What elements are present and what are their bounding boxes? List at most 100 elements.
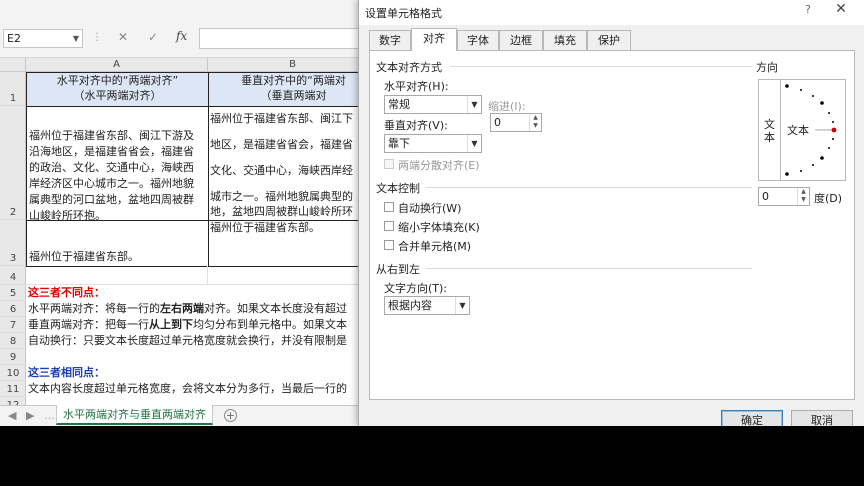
tab-font[interactable]: 字体 (457, 30, 499, 50)
row-header-11[interactable]: 11 (0, 381, 26, 397)
text-direction-value: 根据内容 (388, 299, 432, 312)
cancel-button[interactable]: 取消 (791, 410, 853, 426)
differences-heading[interactable]: 这三者不同点： (28, 285, 105, 300)
text-direction-label: 文字方向(T): (384, 282, 448, 295)
distributed-checkbox[interactable] (384, 159, 394, 169)
orientation-dial[interactable]: 文本 (783, 82, 845, 178)
select-all-corner[interactable] (0, 58, 26, 72)
tab-protection[interactable]: 保护 (587, 30, 631, 50)
cell-b2-line: 文化、交通中心，海峡西岸经 (210, 164, 353, 177)
dialog-title: 设置单元格格式 (365, 7, 442, 20)
tab-alignment[interactable]: 对齐 (411, 28, 457, 51)
orientation-box: 文本 文本 (758, 79, 846, 181)
cell-b1-line1: 垂直对齐中的“两端对 (241, 74, 346, 87)
cell-b1[interactable]: 垂直对齐中的“两端对 （垂直两端对 (208, 72, 379, 107)
horizontal-select[interactable]: 常规 ▼ (384, 95, 482, 114)
wrap-text-label: 自动换行(W) (398, 202, 462, 215)
orientation-heading: 方向 (756, 61, 778, 74)
tab-fill[interactable]: 填充 (543, 30, 587, 50)
cell-a1-line2: （水平两端对齐） (73, 89, 162, 102)
row-header-10[interactable]: 10 (0, 365, 26, 381)
chevron-down-icon: ▼ (467, 135, 481, 152)
cell-a2-line: 属典型的河口盆地，盆地四周被群 (29, 193, 194, 206)
cell-b3-text: 福州位于福建省东部。 (210, 221, 320, 234)
cell-a1[interactable]: 水平对齐中的“两端对齐” （水平两端对齐） (26, 72, 209, 107)
cell-a2[interactable]: 福州位于福建省东部、闽江下游及 沿海地区，是福建省省会，福建省 的政治、文化、交… (26, 106, 209, 221)
chevron-down-icon[interactable]: ▼ (73, 30, 79, 47)
merge-cells-checkbox[interactable] (384, 240, 394, 250)
cell-b2-line: 地区，是福建省省会，福建省 (210, 138, 353, 151)
shrink-to-fit-checkbox[interactable] (384, 221, 394, 231)
cell-a1-line1: 水平对齐中的“两端对齐” (56, 74, 179, 87)
spinner-icon[interactable]: ▲ ▼ (529, 114, 541, 131)
horizontal-label: 水平对齐(H): (384, 80, 449, 93)
name-box[interactable]: E2 ▼ (3, 29, 83, 48)
similarities-heading[interactable]: 这三者相同点： (28, 365, 105, 380)
format-cells-dialog: 设置单元格格式 ? ✕ 数字 对齐 字体 边框 填充 保护 文本对齐方式 水平对… (358, 0, 864, 426)
letterbox-bar (0, 426, 864, 486)
row-header-9[interactable]: 9 (0, 349, 26, 365)
column-header-b[interactable]: B (208, 58, 378, 72)
degrees-label: 度(D) (814, 192, 843, 205)
indent-stepper[interactable]: 0 ▲ ▼ (490, 113, 542, 132)
shrink-to-fit-label: 缩小字体填充(K) (398, 221, 480, 234)
help-icon[interactable]: ? (801, 3, 815, 17)
cancel-icon[interactable]: ✕ (118, 30, 128, 44)
spinner-icon[interactable]: ▲ ▼ (797, 188, 809, 205)
add-sheet-icon[interactable]: + (224, 409, 237, 422)
row-header-2[interactable]: 2 (0, 106, 26, 220)
alignment-panel: 文本对齐方式 水平对齐(H): 常规 ▼ 缩进(I): 0 ▲ ▼ 垂直对齐(V)… (369, 50, 855, 400)
vertical-select[interactable]: 靠下 ▼ (384, 134, 482, 153)
cell-b2-line: 福州位于福建省东部、闽江下 (210, 112, 353, 125)
row-header-3[interactable]: 3 (0, 220, 26, 266)
chevron-down-icon: ▼ (455, 297, 469, 314)
cell-b4[interactable] (208, 266, 378, 285)
enter-icon[interactable]: ✓ (148, 30, 158, 44)
distributed-label: 两端分散对齐(E) (398, 159, 480, 172)
cell-a4[interactable] (26, 266, 208, 285)
formula-input[interactable] (199, 28, 369, 49)
row-header-6[interactable]: 6 (0, 301, 26, 317)
degrees-value: 0 (762, 190, 769, 203)
row-header-7[interactable]: 7 (0, 317, 26, 333)
row11-text[interactable]: 文本内容长度超过单元格宽度，会将文本分为多行，当最后一行的 (28, 381, 347, 396)
row-header-1[interactable]: 1 (0, 72, 26, 106)
cell-b2[interactable]: 福州位于福建省东部、闽江下 地区，是福建省省会，福建省 文化、交通中心，海峡西岸… (208, 106, 379, 221)
divider (426, 268, 752, 269)
more-tabs-icon[interactable]: … (44, 409, 55, 422)
column-header-a[interactable]: A (26, 58, 208, 72)
text-alignment-heading: 文本对齐方式 (376, 61, 442, 74)
cell-a2-line: 的政治、文化、交通中心，海峡西 (29, 161, 194, 174)
cell-b1-line2: （垂直两端对 (260, 89, 327, 102)
row-header-5[interactable]: 5 (0, 285, 26, 301)
vertical-value: 靠下 (388, 137, 410, 150)
ok-button[interactable]: 确定 (721, 410, 783, 426)
vertical-text-label: 文本 (764, 118, 775, 144)
row7-text[interactable]: 垂直两端对齐：把每一行从上到下均匀分布到单元格中。如果文本 (28, 317, 347, 332)
degrees-stepper[interactable]: 0 ▲ ▼ (758, 187, 810, 206)
vertical-text-option[interactable]: 文本 (759, 80, 781, 180)
wrap-text-checkbox[interactable] (384, 202, 394, 212)
close-icon[interactable]: ✕ (831, 2, 851, 18)
scroll-right-icon[interactable]: ▶ (26, 409, 34, 422)
screen: E2 ▼ ⋮ ✕ ✓ fx A B 1 2 3 4 5 6 7 8 9 10 1… (0, 0, 864, 426)
sheet-tab[interactable]: 水平两端对齐与垂直两端对齐 (56, 405, 213, 425)
tab-number[interactable]: 数字 (369, 30, 411, 50)
horizontal-value: 常规 (388, 98, 410, 111)
text-control-heading: 文本控制 (376, 182, 420, 195)
tab-border[interactable]: 边框 (499, 30, 543, 50)
cell-a2-line: 福州位于福建省东部、闽江下游及 (29, 129, 194, 142)
separator-icon: ⋮ (92, 32, 103, 43)
cell-b3[interactable]: 福州位于福建省东部。 (208, 220, 379, 267)
row8-text[interactable]: 自动换行：只要文本长度超过单元格宽度就会换行，并没有限制是 (28, 333, 347, 348)
indent-label: 缩进(I): (488, 100, 526, 113)
row-header-8[interactable]: 8 (0, 333, 26, 349)
row6-text[interactable]: 水平两端对齐：将每一行的左右两端对齐。如果文本长度没有超过 (28, 301, 347, 316)
scroll-left-icon[interactable]: ◀ (8, 409, 16, 422)
cell-a3[interactable]: 福州位于福建省东部。 (26, 220, 209, 267)
chevron-down-icon: ▼ (467, 96, 481, 113)
insert-function-icon[interactable]: fx (176, 29, 187, 43)
row-header-4[interactable]: 4 (0, 266, 26, 285)
dialog-titlebar[interactable]: 设置单元格格式 ? ✕ (359, 0, 864, 25)
text-direction-select[interactable]: 根据内容 ▼ (384, 296, 470, 315)
